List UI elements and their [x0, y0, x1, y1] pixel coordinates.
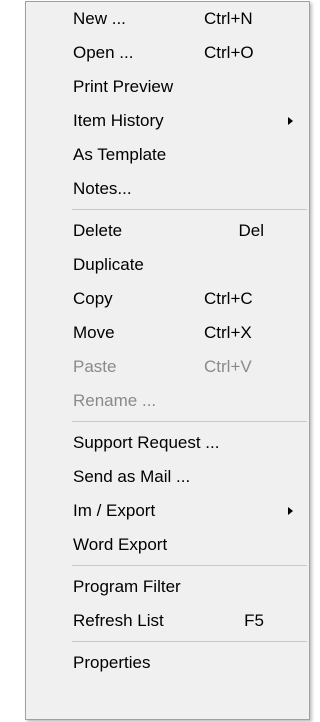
menu-item-properties[interactable]: Properties — [26, 646, 309, 680]
menu-item-delete[interactable]: Delete Del — [26, 214, 309, 248]
menu-item-new[interactable]: New ... Ctrl+N — [26, 2, 309, 36]
menu-item-open[interactable]: Open ... Ctrl+O — [26, 36, 309, 70]
menu-separator — [26, 206, 309, 214]
menu-item-refresh-list[interactable]: Refresh List F5 — [26, 604, 309, 638]
menu-separator — [26, 638, 309, 646]
menu-item-label: Program Filter — [73, 577, 181, 596]
menu-item-notes[interactable]: Notes... — [26, 172, 309, 206]
menu-item-label: Duplicate — [73, 255, 144, 274]
menu-item-label: As Template — [73, 145, 167, 164]
menu-item-support-request[interactable]: Support Request ... — [26, 426, 309, 460]
menu-item-im-export[interactable]: Im / Export — [26, 494, 309, 528]
menu-item-copy[interactable]: Copy Ctrl+C — [26, 282, 309, 316]
menu-separator — [26, 562, 309, 570]
submenu-arrow-icon — [288, 117, 293, 125]
menu-item-label: Refresh List — [73, 611, 164, 630]
menu-item-label: Item History — [73, 111, 164, 130]
menu-item-label: Move — [73, 323, 115, 342]
menu-item-shortcut: Ctrl+V — [204, 357, 252, 376]
submenu-arrow-icon — [288, 507, 293, 515]
menu-item-duplicate[interactable]: Duplicate — [26, 248, 309, 282]
menu-item-label: Support Request ... — [73, 433, 220, 452]
menu-item-as-template[interactable]: As Template — [26, 138, 309, 172]
menu-item-move[interactable]: Move Ctrl+X — [26, 316, 309, 350]
menu-item-shortcut: F5 — [244, 611, 264, 630]
menu-item-label: Delete — [73, 221, 123, 240]
menu-item-shortcut: Ctrl+C — [204, 289, 253, 308]
menu-item-shortcut: Ctrl+N — [204, 9, 253, 28]
menu-item-word-export[interactable]: Word Export — [26, 528, 309, 562]
menu-item-label: Send as Mail ... — [73, 467, 191, 486]
menu-item-label: Im / Export — [73, 501, 156, 520]
menu-item-send-as-mail[interactable]: Send as Mail ... — [26, 460, 309, 494]
menu-item-program-filter[interactable]: Program Filter — [26, 570, 309, 604]
menu-item-rename: Rename ... — [26, 384, 309, 418]
menu-item-shortcut: Del — [238, 221, 264, 240]
menu-item-item-history[interactable]: Item History — [26, 104, 309, 138]
context-menu: New ... Ctrl+N Open ... Ctrl+O Print Pre… — [25, 1, 310, 720]
menu-item-label: New ... — [73, 9, 126, 28]
menu-item-label: Print Preview — [73, 77, 174, 96]
menu-item-label: Word Export — [73, 535, 168, 554]
menu-item-label: Paste — [73, 357, 117, 376]
menu-item-paste: Paste Ctrl+V — [26, 350, 309, 384]
menu-item-label: Copy — [73, 289, 113, 308]
menu-item-shortcut: Ctrl+O — [204, 43, 254, 62]
menu-separator — [26, 418, 309, 426]
menu-item-shortcut: Ctrl+X — [204, 323, 252, 342]
menu-item-label: Notes... — [73, 179, 132, 198]
menu-item-label: Rename ... — [73, 391, 157, 410]
menu-item-label: Open ... — [73, 43, 134, 62]
menu-item-print-preview[interactable]: Print Preview — [26, 70, 309, 104]
menu-item-label: Properties — [73, 653, 151, 672]
